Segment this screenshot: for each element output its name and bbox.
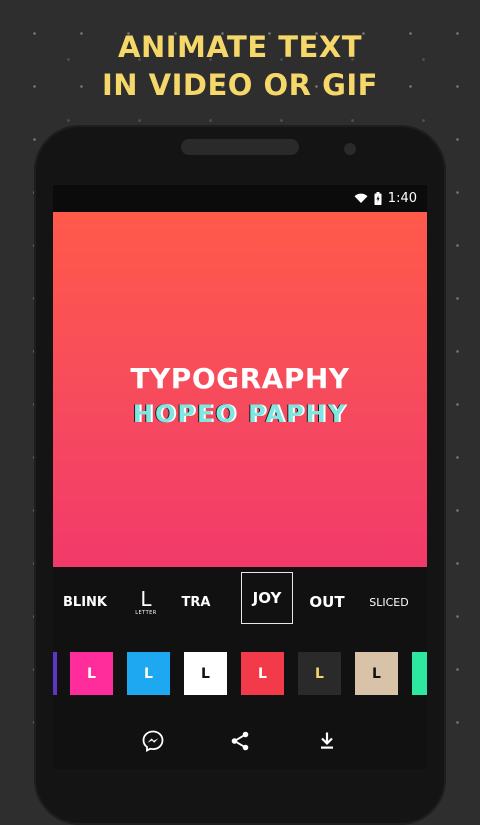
- effect-tra[interactable]: TRA: [177, 567, 215, 637]
- phone-speaker: [181, 139, 299, 155]
- effect-out[interactable]: OUT: [305, 567, 349, 637]
- preview-title-line-1: TYPOGRAPHY: [130, 362, 350, 395]
- swatch-0[interactable]: [53, 652, 57, 695]
- swatch-3-label: L: [201, 665, 210, 682]
- effect-tra-label: TRA: [181, 594, 211, 610]
- swatch-6[interactable]: L: [355, 652, 398, 695]
- effect-sliced-label: SLICED: [369, 595, 409, 609]
- status-bar: 1:40: [53, 185, 427, 212]
- effect-letter-label: L: [140, 586, 152, 611]
- effect-blink[interactable]: BLINK: [61, 567, 109, 637]
- wifi-icon: [354, 193, 368, 204]
- preview-title-line-2: HOPEO PAPHY: [132, 400, 348, 428]
- headline-line-2: IN VIDEO OR GIF: [101, 68, 378, 102]
- swatch-4-label: L: [258, 665, 267, 682]
- effect-sliced[interactable]: SLICED: [365, 567, 413, 637]
- promo-headline: ANIMATE TEXT IN VIDEO OR GIF: [0, 28, 480, 104]
- video-preview-canvas[interactable]: TYPOGRAPHY HOPEO PAPHY: [53, 212, 427, 567]
- status-time: 1:40: [387, 191, 417, 206]
- effect-out-label: OUT: [309, 593, 345, 611]
- swatch-7[interactable]: [412, 652, 427, 695]
- effect-joy[interactable]: JOY: [241, 563, 293, 633]
- battery-icon: [374, 192, 382, 205]
- swatch-1[interactable]: L: [70, 652, 113, 695]
- swatch-3[interactable]: L: [184, 652, 227, 695]
- bottom-action-bar: [53, 713, 427, 769]
- effect-letter[interactable]: L LETTER: [129, 567, 163, 637]
- download-icon[interactable]: [315, 729, 339, 753]
- effects-bar: BLINK L LETTER TRA JOY OUT SLICED: [53, 567, 427, 637]
- messenger-icon[interactable]: [141, 729, 165, 753]
- style-swatches: L L L L L L: [53, 637, 427, 713]
- effect-joy-label: JOY: [252, 589, 282, 607]
- phone-camera: [344, 143, 356, 155]
- swatch-2-label: L: [144, 665, 153, 682]
- share-icon[interactable]: [228, 729, 252, 753]
- swatch-1-label: L: [87, 665, 96, 682]
- effect-blink-label: BLINK: [63, 594, 107, 610]
- swatch-5-label: L: [315, 665, 324, 682]
- swatch-4[interactable]: L: [241, 652, 284, 695]
- swatch-5[interactable]: L: [298, 652, 341, 695]
- headline-line-1: ANIMATE TEXT: [118, 30, 362, 64]
- effect-letter-sublabel: LETTER: [135, 609, 157, 616]
- phone-screen: 1:40 TYPOGRAPHY HOPEO PAPHY BLINK L LETT…: [53, 185, 427, 769]
- swatch-6-label: L: [372, 665, 381, 682]
- swatch-2[interactable]: L: [127, 652, 170, 695]
